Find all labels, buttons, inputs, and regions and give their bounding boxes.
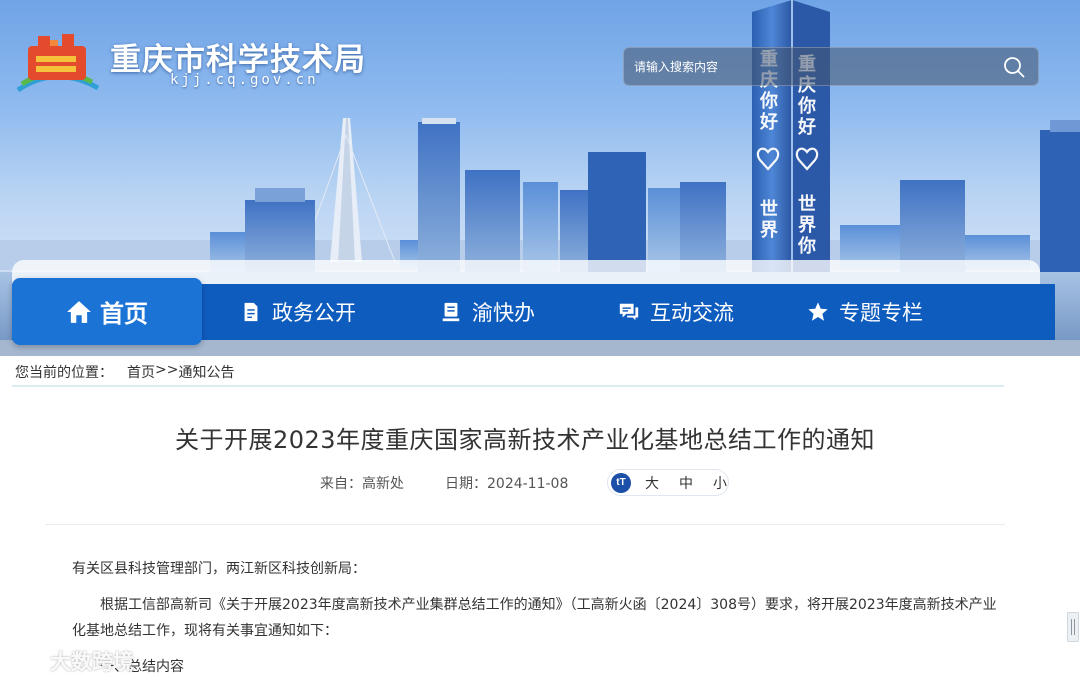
svg-text:世: 世	[760, 199, 778, 220]
svg-text:界: 界	[760, 220, 778, 241]
chat-icon	[619, 303, 639, 321]
font-size-medium-button[interactable]: 中	[679, 473, 693, 493]
article-paragraph-line: 根据工信部高新司《关于开展2023年度高新技术产业集群总结工作的通知》（工高新火…	[100, 597, 997, 613]
nav-item-special-topics[interactable]: 专题专栏	[807, 284, 923, 340]
site-domain: kjj.cq.gov.cn	[170, 72, 319, 88]
article-title: 关于开展2023年度重庆国家高新技术产业化基地总结工作的通知	[174, 426, 876, 454]
watermark-logo-icon	[10, 652, 50, 669]
svg-text:好: 好	[797, 116, 816, 138]
font-size-icon: tT	[611, 472, 631, 493]
article-date: 日期：2024-11-08	[445, 473, 568, 495]
home-icon	[67, 300, 91, 323]
svg-text:你: 你	[797, 235, 816, 257]
font-size-small-button[interactable]: 小	[713, 473, 727, 493]
cq-kjj-logo-icon	[16, 34, 100, 93]
article-salutation: 有关区县科技管理部门，两江新区科技创新局：	[72, 561, 366, 577]
search-icon[interactable]	[1002, 55, 1026, 79]
svg-text:好: 好	[759, 111, 778, 133]
font-size-large-button[interactable]: 大	[645, 473, 659, 493]
date-value: 2024-11-08	[487, 476, 569, 492]
nav-item-label: 互动交流	[650, 301, 734, 325]
watermark-text: 大数跨境	[50, 650, 134, 674]
book-stand-icon	[442, 302, 460, 322]
nav-item-label: 专题专栏	[839, 301, 923, 325]
article-source: 来自：高新处	[320, 473, 404, 495]
breadcrumb-label: 您当前的位置：	[15, 365, 113, 381]
nav-item-gov-affairs[interactable]: 政务公开	[240, 284, 356, 340]
font-size-switcher: tT 大 中 小	[607, 469, 729, 496]
svg-text:世: 世	[798, 194, 816, 215]
source-value: 高新处	[362, 476, 404, 492]
star-icon	[808, 302, 828, 321]
breadcrumb-separator: >>	[155, 362, 179, 378]
meta-divider	[45, 524, 1005, 525]
search-input[interactable]	[634, 48, 984, 85]
breadcrumb-divider	[12, 385, 1004, 387]
svg-text:你: 你	[797, 95, 816, 117]
breadcrumb-home-link[interactable]: 首页	[127, 362, 155, 382]
watermark: 大数跨境	[8, 645, 134, 677]
nav-item-interaction[interactable]: 互动交流	[618, 284, 734, 340]
svg-text:你: 你	[759, 90, 778, 112]
source-label: 来自：	[320, 476, 362, 492]
article-paragraph-line: 化基地总结工作，现将有关事宜通知如下：	[72, 623, 338, 639]
nav-item-home[interactable]: 首页	[12, 278, 202, 345]
breadcrumb: 您当前的位置： 首页 >> 通知公告	[15, 362, 234, 382]
nav-item-label: 首页	[100, 300, 148, 328]
nav-item-yukuaiban[interactable]: 渝快办	[440, 284, 535, 340]
nav-item-label: 政务公开	[272, 301, 356, 325]
search-box	[623, 47, 1039, 86]
svg-text:界: 界	[798, 215, 816, 236]
breadcrumb-notice-link[interactable]: 通知公告	[178, 362, 234, 382]
side-scroll-handle[interactable]	[1067, 612, 1079, 642]
date-label: 日期：	[445, 476, 487, 492]
nav-item-label: 渝快办	[472, 301, 535, 325]
document-icon	[244, 302, 258, 322]
